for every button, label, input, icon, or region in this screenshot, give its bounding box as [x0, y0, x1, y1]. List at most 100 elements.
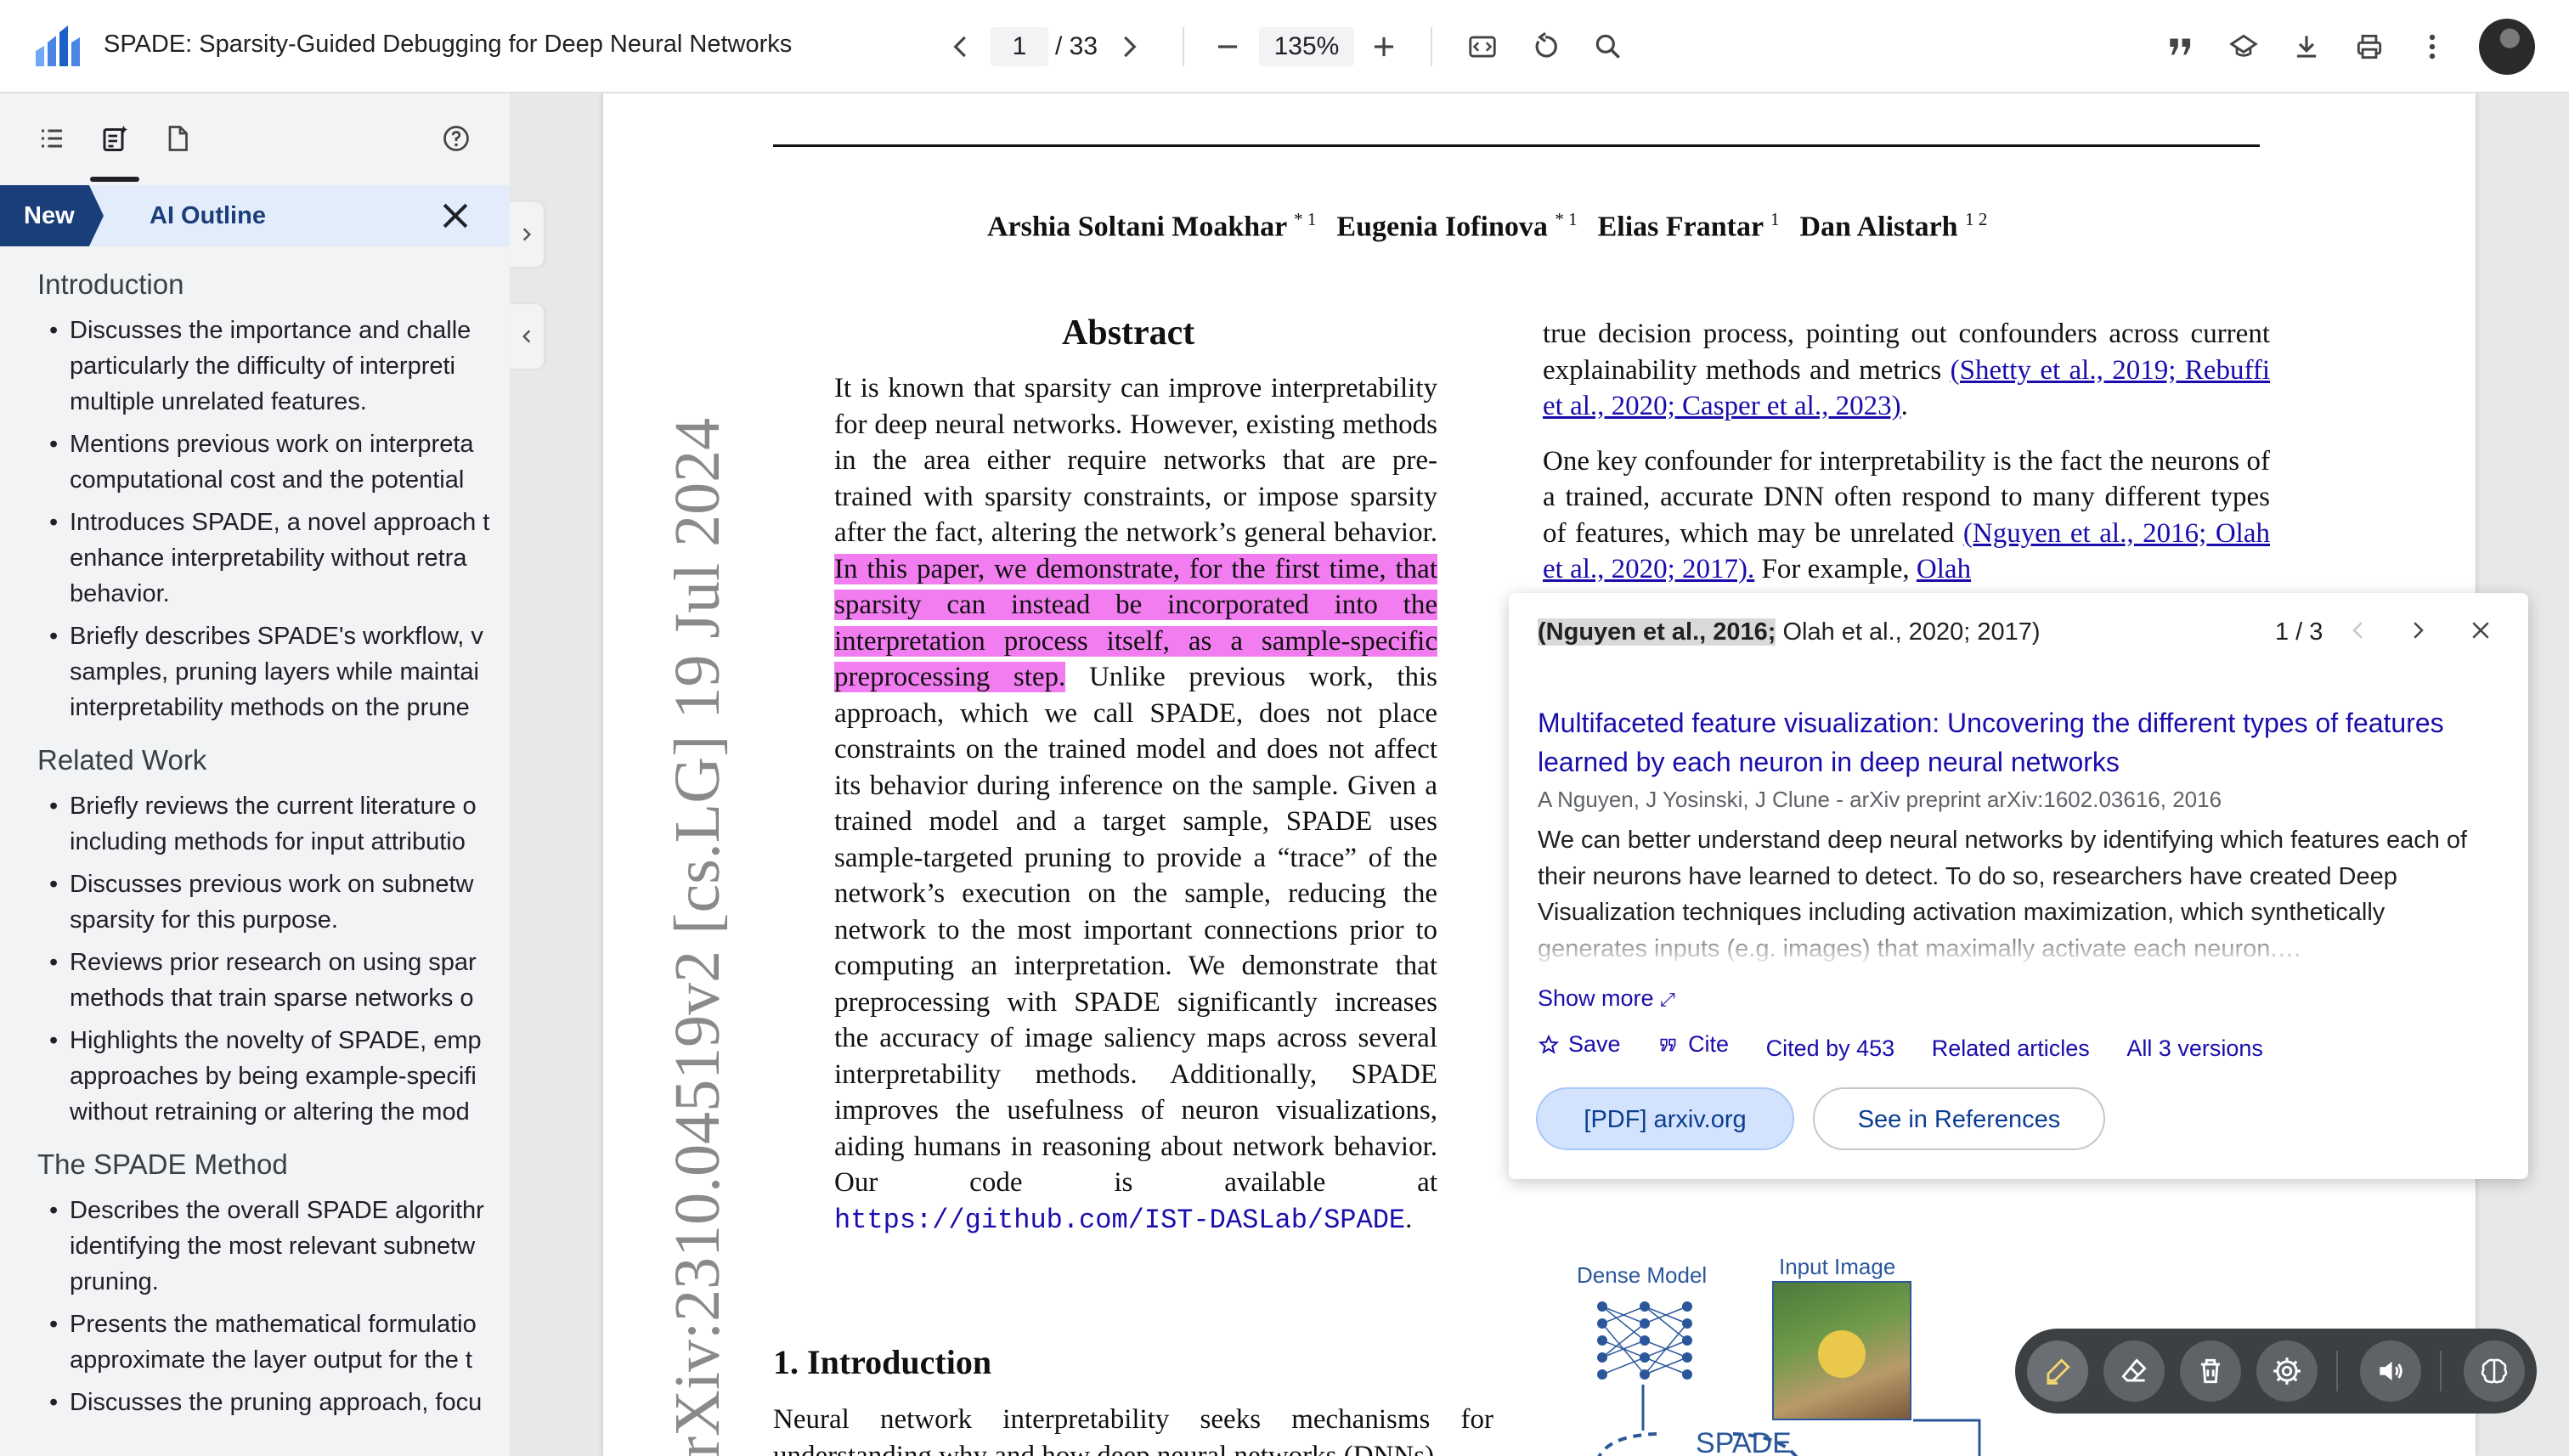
- outline-item[interactable]: Briefly describes SPADE's workflow, v sam…: [37, 618, 510, 725]
- cite-icon[interactable]: [2160, 25, 2202, 68]
- trash-icon[interactable]: [2180, 1340, 2241, 1402]
- toc-icon[interactable]: [31, 117, 73, 160]
- text-fade: [493, 426, 510, 498]
- arxiv-stamp: arXiv:2310.04519v2 [cs.LG] 19 Jul 2024: [662, 417, 733, 1456]
- page-thumbnails-icon[interactable]: [156, 117, 199, 160]
- network-diagram-icon: [1597, 1301, 1692, 1380]
- outline-item-line: Briefly reviews the current literature o: [70, 793, 477, 820]
- search-icon[interactable]: [1587, 25, 1629, 68]
- text-fade: [493, 505, 510, 612]
- text-fade: [493, 618, 510, 725]
- author-affiliation: * 1: [1294, 209, 1317, 229]
- ai-brain-icon[interactable]: [2464, 1340, 2525, 1402]
- citation-link[interactable]: Olah: [1917, 554, 1971, 584]
- outline-item-line: Discusses the pruning approach, focu: [70, 1389, 483, 1416]
- see-in-references-button[interactable]: See in References: [1813, 1087, 2105, 1150]
- active-reference: (Nguyen et al., 2016;: [1538, 618, 1776, 646]
- outline-item-line: Reviews prior research on using spar: [70, 949, 477, 976]
- outline-heading[interactable]: Related Work: [37, 744, 510, 776]
- right-column-text: true decision process, pointing out conf…: [1543, 319, 2271, 584]
- pdf-link-button[interactable]: [PDF] arxiv.org: [1536, 1087, 1794, 1150]
- author-affiliation: 1: [1770, 209, 1780, 229]
- outline-item-line: enhance interpretability without retra: [70, 545, 467, 572]
- eraser-icon[interactable]: [2103, 1340, 2165, 1402]
- citation-actions: Save Cite Cited by 453 Related articles …: [1538, 1031, 2294, 1062]
- paragraph-text: Neural network interpretability seeks me…: [773, 1404, 1493, 1456]
- outline-item-line: interpretability methods on the prune: [70, 694, 470, 721]
- outline-item-line: methods that train sparse networks o: [70, 985, 474, 1012]
- outline-item-line: samples, pruning layers while maintai: [70, 658, 479, 686]
- outline-item-line: behavior.: [70, 580, 170, 607]
- outline-item-line: sparsity for this purpose.: [70, 906, 338, 934]
- fit-width-icon[interactable]: [1461, 25, 1504, 68]
- text-fade: [493, 1385, 510, 1420]
- new-badge: New: [0, 185, 104, 246]
- avatar[interactable]: [2479, 19, 2535, 75]
- save-button[interactable]: Save: [1538, 1031, 1621, 1058]
- chevron-left-icon[interactable]: [2341, 613, 2375, 647]
- toolbar-divider: [1431, 27, 1432, 66]
- chevron-left-icon[interactable]: [940, 25, 982, 68]
- author-name: Eugenia Iofinova: [1336, 211, 1548, 243]
- close-icon[interactable]: [2464, 613, 2498, 647]
- outline-item[interactable]: Reviews prior research on using spar meth…: [37, 945, 510, 1016]
- outline-item-line: multiple unrelated features.: [70, 388, 367, 415]
- cited-by-link[interactable]: Cited by 453: [1766, 1036, 1895, 1062]
- outline-item[interactable]: Briefly reviews the current literature o…: [37, 788, 510, 860]
- outline-item-line: computational cost and the potential: [70, 466, 465, 494]
- outline-item-line: Describes the overall SPADE algorithr: [70, 1197, 484, 1224]
- outline-heading[interactable]: The SPADE Method: [37, 1148, 510, 1181]
- chevron-right-icon[interactable]: [1108, 25, 1150, 68]
- zoom-out-icon[interactable]: [1206, 25, 1249, 68]
- chevron-left-icon: [522, 330, 531, 343]
- collapse-right-tab[interactable]: [510, 202, 544, 267]
- paper-title-link[interactable]: Multifaceted feature visualization: Unco…: [1538, 703, 2481, 782]
- help-icon[interactable]: [435, 117, 477, 160]
- top-toolbar: SPADE: Sparsity-Guided Debugging for Dee…: [0, 0, 2569, 93]
- outline-item[interactable]: Highlights the novelty of SPADE, emp appr…: [37, 1023, 510, 1130]
- outline-item[interactable]: Presents the mathematical formulatio appr…: [37, 1306, 510, 1378]
- outline-item[interactable]: Introduces SPADE, a novel approach t enha…: [37, 505, 510, 612]
- outline-section: Related Work Briefly reviews the current …: [37, 744, 510, 1130]
- read-aloud-icon[interactable]: [2360, 1340, 2421, 1402]
- outline-item-line: pruning.: [70, 1268, 159, 1295]
- page-total: / 33: [1055, 32, 1098, 60]
- outline-item[interactable]: Mentions previous work on interpreta comp…: [37, 426, 510, 498]
- zoom-level[interactable]: 135%: [1259, 27, 1354, 66]
- print-icon[interactable]: [2348, 25, 2391, 68]
- more-vert-icon[interactable]: [2411, 25, 2453, 68]
- outline-item-line: including methods for input attributio: [70, 828, 466, 855]
- related-articles-link[interactable]: Related articles: [1932, 1036, 2090, 1062]
- ai-outline-icon[interactable]: [93, 117, 136, 160]
- settings-icon[interactable]: [2256, 1340, 2318, 1402]
- author-name: Arshia Soltani Moakhar: [987, 211, 1287, 243]
- outline-item[interactable]: Discusses the importance and challe parti…: [37, 313, 510, 420]
- zoom-in-icon[interactable]: [1363, 25, 1405, 68]
- title-rule: [773, 144, 2260, 147]
- rotate-icon[interactable]: [1524, 25, 1567, 68]
- scholar-icon[interactable]: [2222, 25, 2265, 68]
- page-number-input[interactable]: 1: [991, 27, 1048, 66]
- outline-item-line: without retraining or altering the mod: [70, 1098, 470, 1126]
- outline-item[interactable]: Discusses the pruning approach, focu: [37, 1385, 510, 1420]
- cite-button[interactable]: Cite: [1657, 1031, 1729, 1058]
- outline-item[interactable]: Discusses previous work on subnetw sparsi…: [37, 866, 510, 938]
- outline-item[interactable]: Describes the overall SPADE algorithr ide…: [37, 1193, 510, 1300]
- outline-heading[interactable]: Introduction: [37, 268, 510, 301]
- citation-reference: (Nguyen et al., 2016; Olah et al., 2020;…: [1538, 618, 2041, 646]
- scholar-pdf-reader-logo: [36, 25, 80, 66]
- collapse-left-tab[interactable]: [510, 304, 544, 369]
- outline-item-line: Mentions previous work on interpreta: [70, 431, 474, 458]
- code-link[interactable]: https://github.com/IST-DASLab/SPADE: [834, 1205, 1405, 1236]
- download-icon[interactable]: [2285, 25, 2328, 68]
- other-references: Olah et al., 2020; 2017): [1776, 618, 2041, 646]
- outline-item-line: Introduces SPADE, a novel approach t: [70, 509, 490, 536]
- outline-item-line: identifying the most relevant subnetw: [70, 1233, 476, 1260]
- close-icon[interactable]: [437, 197, 474, 234]
- all-versions-link[interactable]: All 3 versions: [2126, 1036, 2263, 1062]
- show-more-link[interactable]: Show more ⤢: [1538, 985, 1675, 1012]
- highlighter-icon[interactable]: [2027, 1340, 2088, 1402]
- text-fade: [493, 866, 510, 938]
- chevron-right-icon[interactable]: [2401, 613, 2435, 647]
- text-fade: [493, 1193, 510, 1300]
